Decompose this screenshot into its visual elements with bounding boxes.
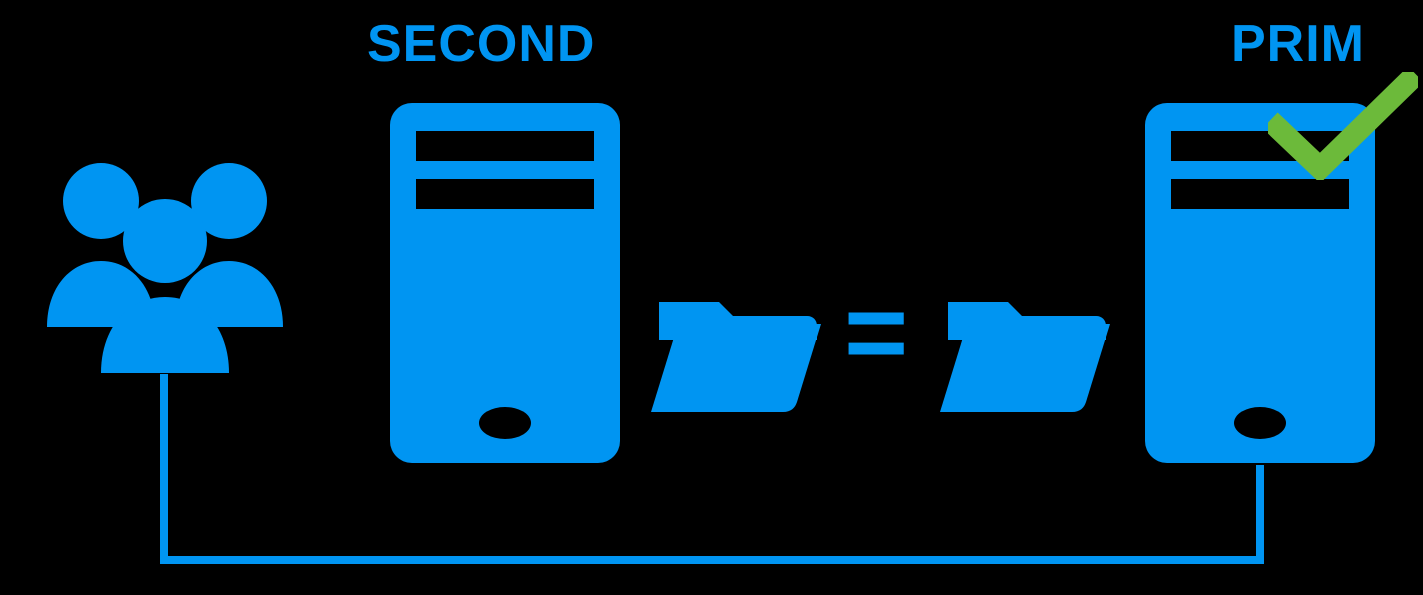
diagram-stage: SECOND PRIM = bbox=[0, 0, 1423, 595]
connector-line bbox=[0, 0, 1423, 595]
